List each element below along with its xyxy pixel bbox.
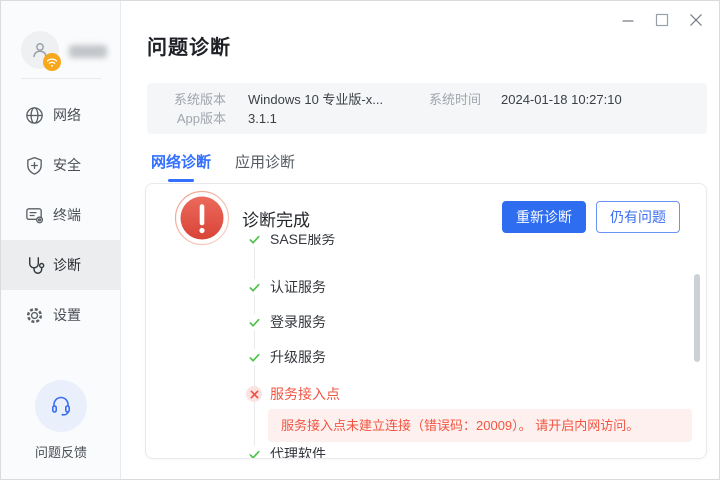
scrollbar-thumb[interactable] [694, 274, 700, 362]
check-label: SASE服务 [270, 234, 336, 247]
tab-label: 应用诊断 [235, 154, 296, 171]
sidebar-item-label: 安全 [53, 157, 81, 173]
wifi-status-badge [43, 53, 61, 71]
sidebar-item-label: 诊断 [53, 257, 81, 273]
system-time-label: 系统时间 [429, 92, 482, 107]
diagnosis-status-title: 诊断完成 [242, 211, 310, 230]
check-success-icon [246, 349, 262, 365]
user-name-masked [69, 45, 107, 58]
sidebar-menu: 网络 安全 终端 诊断 设置 [1, 90, 121, 340]
window-controls [617, 9, 707, 31]
sidebar-divider [21, 78, 101, 79]
headset-icon [35, 380, 87, 432]
feedback-button[interactable]: 问题反馈 [1, 380, 121, 461]
app-version-label: App版本 [176, 111, 226, 126]
maximize-button[interactable] [651, 9, 673, 31]
rediagnose-button[interactable]: 重新诊断 [502, 201, 586, 233]
close-button[interactable] [685, 9, 707, 31]
sidebar-item-security[interactable]: 安全 [1, 140, 121, 190]
system-version-label: 系统版本 [174, 92, 227, 107]
check-success-icon [246, 234, 262, 247]
page-title: 问题诊断 [147, 37, 231, 59]
tab-active-underline [168, 179, 194, 182]
check-label: 登录服务 [270, 314, 326, 330]
tab-app-diagnosis[interactable]: 应用诊断 [235, 151, 295, 182]
shield-plus-icon [23, 154, 45, 176]
sidebar-item-network[interactable]: 网络 [1, 90, 121, 140]
sidebar-item-label: 终端 [53, 207, 81, 223]
diagnosis-tabs: 网络诊断 应用诊断 [151, 151, 295, 182]
sidebar-item-label: 网络 [53, 107, 81, 123]
system-time-value: 2024-01-18 10:27:10 [501, 92, 622, 107]
check-label: 服务接入点 [270, 386, 340, 402]
tab-network-diagnosis[interactable]: 网络诊断 [151, 151, 211, 182]
error-message-box: 服务接入点未建立连接（错误码：20009）。 请开启内网访问。 [268, 409, 692, 442]
globe-icon [23, 104, 45, 126]
wifi-icon [46, 57, 58, 68]
main-area: 问题诊断 系统版本 Windows 10 专业版-x... App版本 3.1.… [121, 1, 719, 479]
sidebar: 网络 安全 终端 诊断 设置 问题反馈 [1, 1, 121, 479]
system-info-bar: 系统版本 Windows 10 专业版-x... App版本 3.1.1 系统时… [147, 83, 707, 134]
check-success-icon [246, 279, 262, 295]
still-have-issue-button[interactable]: 仍有问题 [596, 201, 680, 233]
check-success-icon [246, 446, 262, 458]
check-success-icon [246, 314, 262, 330]
sidebar-item-label: 设置 [53, 307, 81, 323]
sidebar-item-terminal[interactable]: 终端 [1, 190, 121, 240]
check-list-viewport[interactable]: SASE服务 认证服务 登录服务 升级服务 服务接入点 服务接入点未建立连接（错… [146, 234, 706, 458]
gear-icon [23, 304, 45, 326]
timeline-connector [254, 234, 255, 458]
stethoscope-icon [23, 254, 45, 276]
check-label: 升级服务 [270, 349, 326, 365]
terminal-gear-icon [23, 204, 45, 226]
sidebar-item-settings[interactable]: 设置 [1, 290, 121, 340]
minimize-button[interactable] [617, 9, 639, 31]
tab-label: 网络诊断 [151, 154, 212, 171]
check-error-icon [246, 386, 262, 402]
check-label: 认证服务 [270, 279, 326, 295]
check-label: 代理软件 [270, 446, 326, 458]
system-version-value: Windows 10 专业版-x... [248, 92, 384, 107]
sidebar-item-diagnosis[interactable]: 诊断 [1, 240, 121, 290]
app-window: 网络 安全 终端 诊断 设置 问题反馈 问题诊断 系统版本 Windows 10… [0, 0, 720, 480]
feedback-label: 问题反馈 [34, 445, 87, 460]
app-version-value: 3.1.1 [248, 111, 277, 126]
diagnosis-result-card: 诊断完成 重新诊断 仍有问题 SASE服务 认证服务 登录服务 升级服务 服务接… [145, 183, 707, 459]
